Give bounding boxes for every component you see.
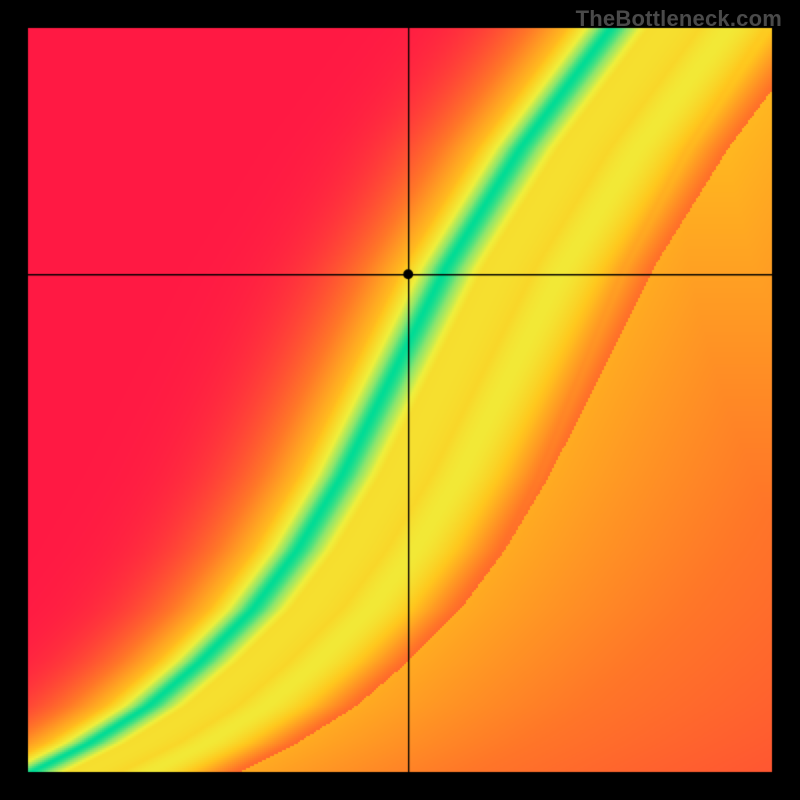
watermark-label: TheBottleneck.com bbox=[576, 6, 782, 32]
bottleneck-heatmap-container: TheBottleneck.com bbox=[0, 0, 800, 800]
bottleneck-heatmap-canvas bbox=[0, 0, 800, 800]
